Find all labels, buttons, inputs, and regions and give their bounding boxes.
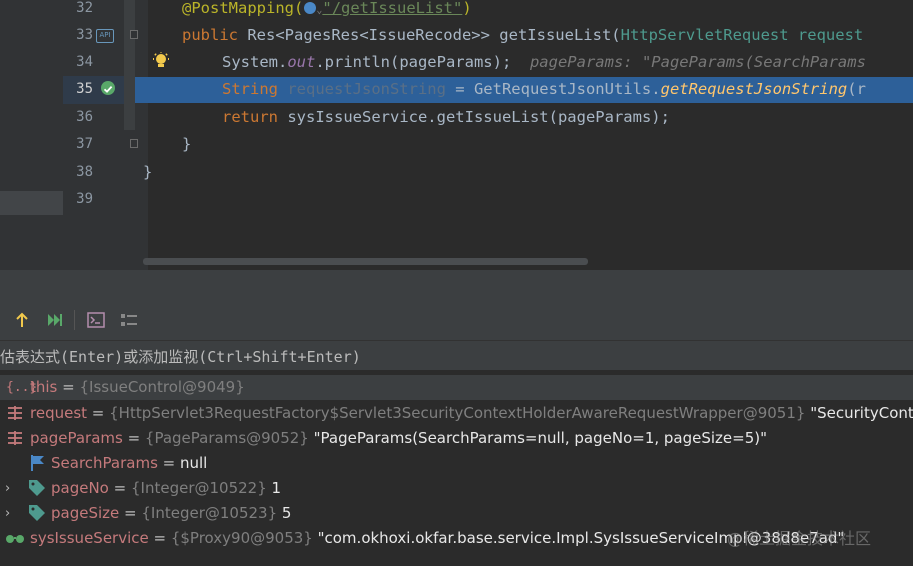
code-line-34: System.out.println(pageParams); pagePara… (222, 53, 866, 71)
line-number: 38 (76, 164, 93, 180)
run-to-cursor-icon[interactable] (45, 310, 65, 330)
line-number: 34 (76, 54, 93, 70)
tag-icon (28, 476, 46, 501)
line-number: 36 (76, 109, 93, 125)
toolbar-separator (74, 310, 75, 330)
variable-row[interactable]: request = {HttpServlet3RequestFactory$Se… (0, 401, 913, 426)
variable-row[interactable]: SearchParams = null (0, 451, 913, 476)
field-icon (6, 401, 24, 426)
code-line-32: @PostMapping(⌄"/getIssueList") (182, 0, 472, 17)
variable-row[interactable]: pageParams = {PageParams@9052} "PagePara… (0, 426, 913, 451)
variable-row[interactable]: › pageSize = {Integer@10523} 5 (0, 501, 913, 526)
field-icon (6, 426, 24, 451)
code-line-36: return sysIssueService.getIssueList(page… (222, 108, 670, 126)
code-line-35: String requestJsonString = GetRequestJso… (222, 80, 866, 98)
code-editor[interactable]: 32 33 34 35 36 37 38 39 API @PostMapping… (0, 0, 913, 270)
variable-row[interactable]: {..} this = {IssueControl@9049} (0, 375, 913, 400)
horizontal-scrollbar[interactable] (143, 258, 588, 265)
project-panel-highlight (0, 191, 63, 215)
watermark: @稀土掘金技术社区 (727, 529, 872, 548)
line-number: 35 (76, 81, 93, 97)
list-layout-icon[interactable] (119, 310, 139, 330)
globe-icon[interactable] (304, 2, 317, 14)
fold-marker-icon[interactable] (130, 30, 138, 39)
tag-icon (28, 501, 46, 526)
line-number: 33 (76, 27, 93, 43)
flag-icon (30, 451, 46, 476)
code-line-38: } (143, 163, 153, 181)
line-number: 32 (76, 0, 93, 16)
console-icon[interactable] (86, 310, 106, 330)
code-line-33: public Res<PagesRes<IssueRecode>> getIss… (182, 26, 864, 44)
line-number: 39 (76, 191, 93, 207)
panel-divider[interactable] (0, 270, 913, 300)
annotation: @PostMapping( (182, 0, 304, 17)
chevron-right-icon[interactable]: › (5, 501, 10, 526)
chevron-right-icon[interactable]: › (5, 476, 10, 501)
inline-value-hint: pageParams: "PageParams(SearchParams (529, 53, 866, 71)
step-out-icon[interactable] (12, 310, 32, 330)
breakpoint-check-icon[interactable] (101, 81, 115, 95)
glasses-icon (4, 526, 26, 551)
debug-toolbar (0, 300, 913, 341)
api-endpoint-icon[interactable]: API (96, 29, 114, 43)
lightbulb-icon[interactable] (152, 52, 170, 76)
evaluate-expression-placeholder: 估表达式(Enter)或添加监视(Ctrl+Shift+Enter) (0, 348, 361, 366)
code-line-37: } (182, 135, 192, 153)
line-number: 37 (76, 136, 93, 152)
mapping-path[interactable]: "/getIssueList" (322, 0, 462, 17)
folding-bar (124, 0, 135, 130)
variable-row[interactable]: › pageNo = {Integer@10522} 1 (0, 476, 913, 501)
fold-marker-icon[interactable] (130, 139, 138, 148)
evaluate-expression-field[interactable]: 估表达式(Enter)或添加监视(Ctrl+Shift+Enter) (0, 341, 913, 371)
project-panel-strip (0, 0, 63, 270)
